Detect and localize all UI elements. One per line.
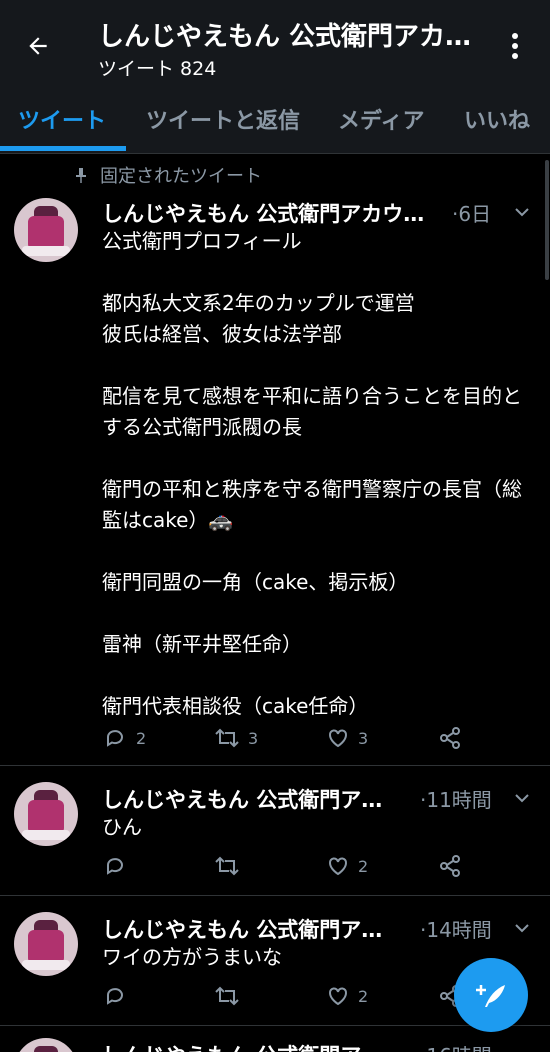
- tweet-actions: 2: [102, 854, 522, 884]
- share-button[interactable]: [438, 854, 462, 878]
- chevron-down-icon[interactable]: [512, 202, 532, 222]
- tweet-timestamp: ·16時間: [420, 1040, 492, 1052]
- reply-button[interactable]: [104, 854, 136, 878]
- heart-icon: [329, 857, 347, 876]
- share-icon: [440, 855, 460, 877]
- retweet-icon: [215, 728, 239, 748]
- active-tab-indicator: [0, 146, 126, 151]
- chevron-down-icon[interactable]: [512, 788, 532, 808]
- tweet-timestamp: ·14時間: [420, 918, 492, 942]
- tweet-text: ひん: [102, 815, 142, 839]
- retweet-button[interactable]: 3: [214, 726, 258, 750]
- arrow-left-icon: [29, 37, 47, 55]
- tweet-author-name[interactable]: しんじやえもん 公式衛門ア…: [102, 784, 402, 814]
- tweet-author-name[interactable]: しんじやえもん 公式衛門ア…: [102, 914, 402, 944]
- tab-media[interactable]: メディア: [338, 84, 424, 154]
- back-button[interactable]: [18, 26, 58, 66]
- like-button[interactable]: 2: [326, 854, 368, 878]
- heart-icon: [329, 987, 347, 1006]
- like-button[interactable]: 3: [326, 726, 368, 750]
- compose-tweet-button[interactable]: [454, 958, 528, 1032]
- reply-button[interactable]: [104, 984, 136, 1008]
- share-icon: [440, 727, 460, 749]
- retweet-icon: [215, 856, 239, 876]
- more-options-button[interactable]: [498, 26, 532, 66]
- tweet-item[interactable]: しんじやえもん 公式衛門ア… ·16時間: [0, 1028, 550, 1052]
- app-header: しんじやえもん 公式衛門アカ… ツイート 824: [0, 0, 550, 84]
- more-vertical-icon: [512, 33, 518, 59]
- retweet-count: 3: [248, 728, 259, 748]
- tweet-actions: 2 3 3: [102, 726, 522, 756]
- tab-tweets-and-replies[interactable]: ツイートと返信: [146, 84, 300, 154]
- like-count: 2: [358, 986, 369, 1006]
- avatar[interactable]: [14, 1038, 78, 1052]
- avatar[interactable]: [14, 198, 78, 262]
- tweet-count: ツイート 824: [98, 58, 217, 80]
- like-button[interactable]: 2: [326, 984, 368, 1008]
- tweet-item[interactable]: しんじやえもん 公式衛門ア… ·11時間 ひん 2: [0, 768, 550, 896]
- tweet-timestamp: ·6日: [452, 202, 492, 226]
- chevron-down-icon[interactable]: [512, 918, 532, 938]
- tab-likes[interactable]: いいね: [464, 84, 530, 154]
- avatar[interactable]: [14, 782, 78, 846]
- tweet-item[interactable]: しんじやえもん 公式衛門アカウ… ·6日 公式衛門プロフィール 都内私大文系2年…: [0, 154, 550, 766]
- tweet-text: 公式衛門プロフィール 都内私大文系2年のカップルで運営 彼氏は経営、彼女は法学部…: [102, 229, 522, 718]
- reply-icon: [107, 858, 123, 875]
- tweet-author-name[interactable]: しんじやえもん 公式衛門ア…: [102, 1040, 402, 1052]
- profile-tabs: ツイート ツイートと返信 メディア いいね: [0, 84, 550, 154]
- like-count: 3: [358, 728, 369, 748]
- retweet-icon: [215, 986, 239, 1006]
- share-button[interactable]: [438, 726, 462, 750]
- reply-icon: [107, 988, 123, 1005]
- heart-icon: [329, 729, 347, 748]
- feather-plus-icon: [476, 985, 505, 1007]
- tweet-timestamp: ·11時間: [420, 788, 492, 812]
- avatar[interactable]: [14, 912, 78, 976]
- retweet-button[interactable]: [214, 984, 248, 1008]
- profile-title: しんじやえもん 公式衛門アカ…: [98, 22, 472, 52]
- reply-icon: [107, 730, 123, 747]
- reply-button[interactable]: 2: [104, 726, 146, 750]
- tab-tweets[interactable]: ツイート: [18, 84, 106, 154]
- retweet-button[interactable]: [214, 854, 248, 878]
- like-count: 2: [358, 856, 369, 876]
- tweet-author-name[interactable]: しんじやえもん 公式衛門アカウ…: [102, 198, 450, 228]
- reply-count: 2: [136, 728, 147, 748]
